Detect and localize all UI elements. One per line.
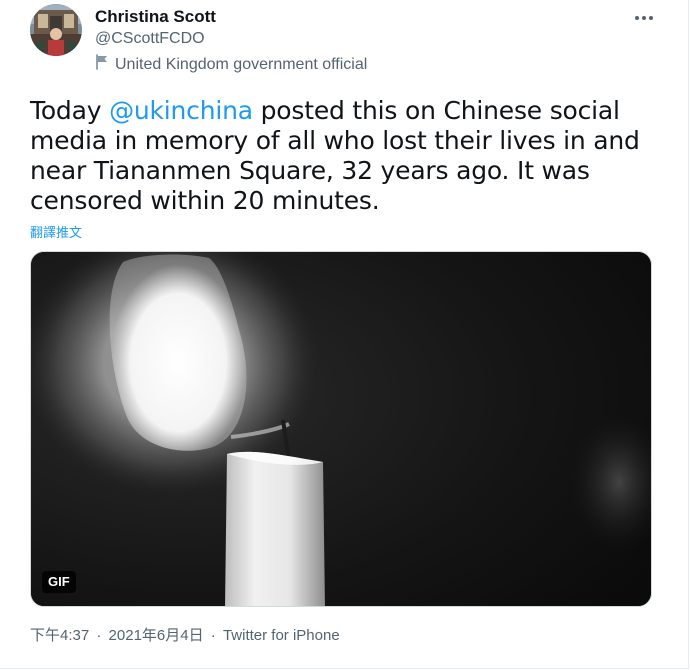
avatar-image bbox=[30, 4, 82, 56]
account-label: United Kingdom government official bbox=[95, 54, 367, 76]
account-label-text: United Kingdom government official bbox=[115, 56, 368, 73]
meta-separator-2: · bbox=[210, 627, 216, 644]
user-handle[interactable]: @CScottFCDO bbox=[95, 28, 216, 50]
translate-tweet-link[interactable]: 翻譯推文 bbox=[30, 222, 82, 241]
candle-image bbox=[31, 252, 651, 606]
more-options-button[interactable] bbox=[630, 6, 658, 28]
tweet-time[interactable]: 下午4:37 bbox=[30, 627, 89, 644]
more-horizontal-icon bbox=[634, 8, 654, 26]
display-name[interactable]: Christina Scott bbox=[95, 6, 216, 28]
avatar[interactable] bbox=[30, 4, 82, 56]
gif-badge: GIF bbox=[42, 571, 76, 593]
tweet-source[interactable]: Twitter for iPhone bbox=[223, 627, 340, 644]
tweet-header: Christina Scott @CScottFCDO United Kingd… bbox=[30, 4, 658, 82]
tweet-card: Christina Scott @CScottFCDO United Kingd… bbox=[0, 0, 689, 669]
tweet-text: Today @ukinchina posted this on Chinese … bbox=[30, 96, 660, 216]
mention-link[interactable]: @ukinchina bbox=[109, 96, 253, 125]
tweet-text-before: Today bbox=[30, 96, 110, 125]
tweet-date[interactable]: 2021年6月4日 bbox=[109, 627, 204, 644]
tweet-meta: 下午4:37 · 2021年6月4日 · Twitter for iPhone bbox=[30, 626, 340, 646]
meta-separator: · bbox=[96, 627, 102, 644]
gif-media[interactable]: GIF bbox=[30, 251, 652, 607]
author-info: Christina Scott @CScottFCDO bbox=[95, 6, 216, 50]
flag-icon bbox=[95, 54, 109, 76]
